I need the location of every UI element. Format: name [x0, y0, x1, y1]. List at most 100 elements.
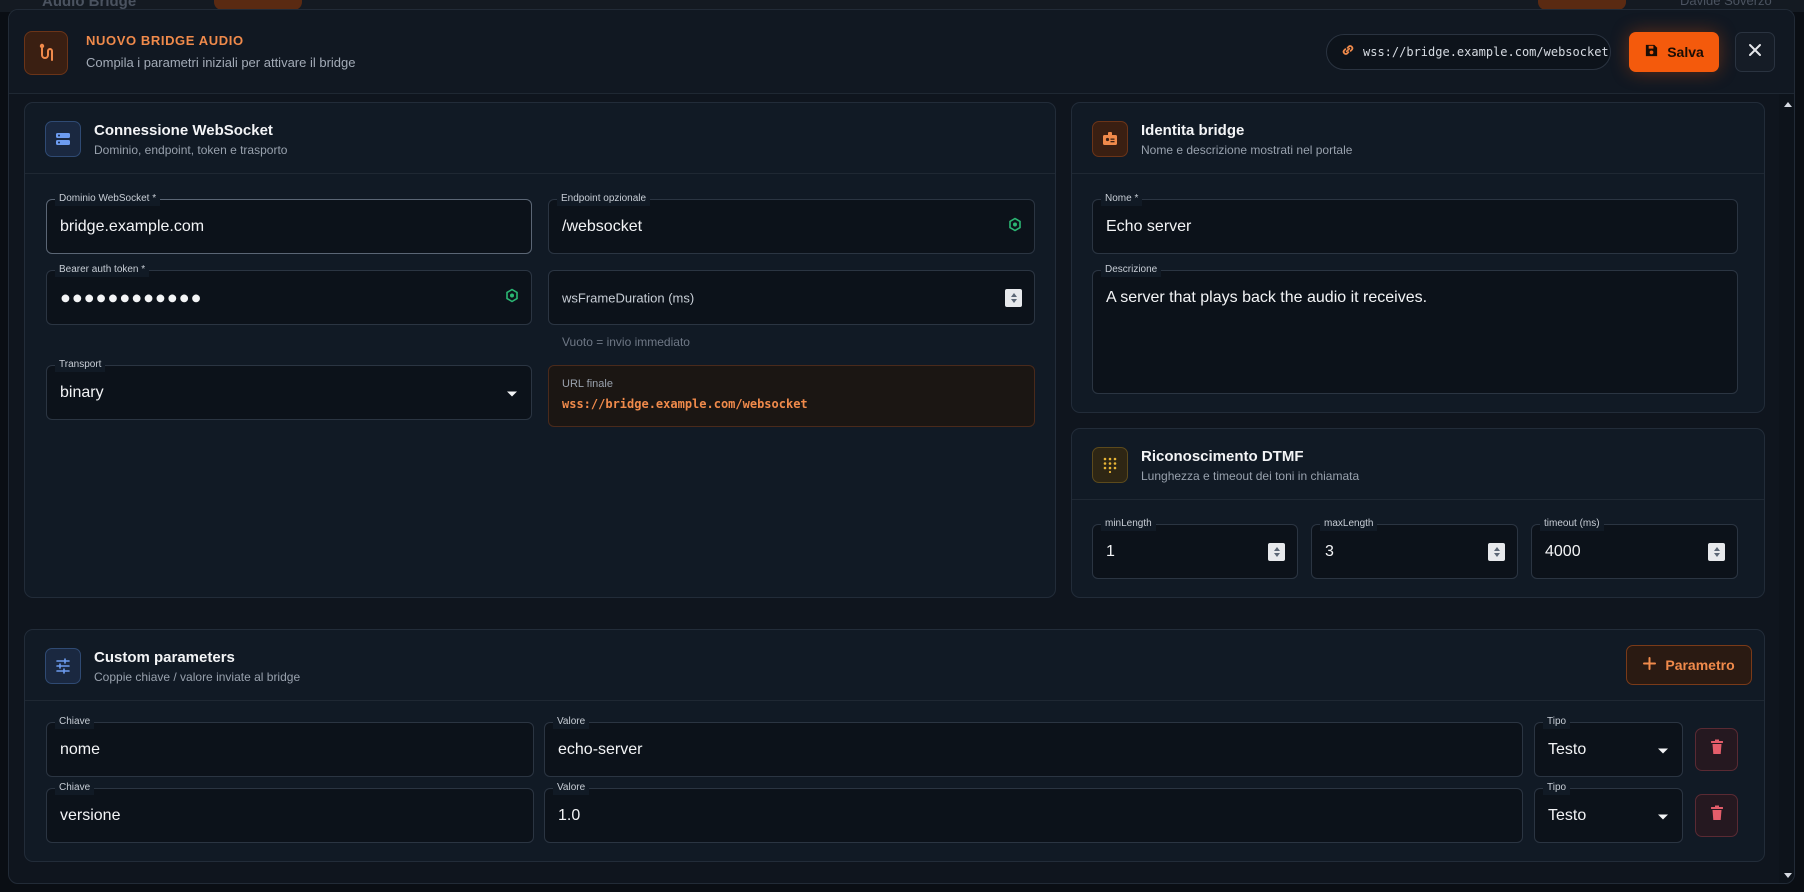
param-type-label: Tipo: [1543, 781, 1571, 795]
param-key-value: nome: [60, 740, 101, 758]
new-bridge-modal: NUOVO BRIDGE AUDIO Compila i parametri i…: [8, 9, 1795, 884]
param-value-value: 1.0: [558, 806, 581, 824]
add-parameter-label: Parametro: [1665, 657, 1735, 673]
transport-value: binary: [60, 383, 104, 401]
chevron-down-icon: [1658, 814, 1668, 819]
modal-header: NUOVO BRIDGE AUDIO Compila i parametri i…: [9, 10, 1794, 94]
bridge-name-field[interactable]: Nome * Echo server: [1092, 192, 1738, 254]
scroll-up-icon[interactable]: [1784, 102, 1792, 107]
number-stepper[interactable]: [1005, 288, 1022, 307]
endpoint-label: Endpoint opzionale: [557, 192, 651, 206]
domain-value: bridge.example.com: [60, 217, 205, 235]
sliders-icon: [45, 648, 81, 684]
domain-field[interactable]: Dominio WebSocket * bridge.example.com: [46, 192, 532, 254]
save-button[interactable]: Salva: [1629, 32, 1719, 72]
param-value-field[interactable]: Valore echo-server: [544, 715, 1523, 777]
websocket-card-header: Connessione WebSocket Dominio, endpoint,…: [25, 103, 1055, 174]
final-url-label: URL finale: [562, 378, 613, 390]
url-preview-text: wss://bridge.example.com/websocket: [1363, 45, 1609, 59]
custom-parameters-title: Custom parameters: [94, 649, 235, 666]
keypad-icon: [1092, 447, 1128, 483]
description-label: Descrizione: [1101, 263, 1162, 277]
identity-card-subtitle: Nome e descrizione mostrati nel portale: [1141, 143, 1353, 157]
custom-parameters-subtitle: Coppie chiave / valore inviate al bridge: [94, 670, 301, 684]
frame-duration-field[interactable]: wsFrameDuration (ms): [548, 270, 1035, 325]
bridge-name-value: Echo server: [1106, 217, 1192, 235]
param-type-value: Testo: [1548, 806, 1587, 824]
modal-scrollbar[interactable]: [1779, 94, 1794, 883]
server-icon: [45, 121, 81, 157]
dtmf-card-header: Riconoscimento DTMF Lunghezza e timeout …: [1072, 429, 1764, 500]
transport-select[interactable]: Transport binary: [46, 358, 532, 420]
close-icon: [1748, 43, 1762, 62]
websocket-card-title: Connessione WebSocket: [94, 122, 273, 139]
websocket-card-subtitle: Dominio, endpoint, token e trasporto: [94, 143, 288, 157]
param-value-field[interactable]: Valore 1.0: [544, 781, 1523, 843]
number-stepper[interactable]: [1268, 542, 1285, 561]
dtmf-card: Riconoscimento DTMF Lunghezza e timeout …: [1071, 428, 1765, 598]
custom-parameters-card: Custom parameters Coppie chiave / valore…: [24, 629, 1765, 862]
min-length-value: 1: [1106, 542, 1115, 560]
min-length-field[interactable]: minLength 1: [1092, 517, 1298, 579]
token-field[interactable]: Bearer auth token * ●●●●●●●●●●●●: [46, 263, 532, 325]
scroll-down-icon[interactable]: [1784, 873, 1792, 878]
param-key-value: versione: [60, 806, 121, 824]
url-preview-pill[interactable]: wss://bridge.example.com/websocket: [1326, 34, 1611, 70]
param-value-label: Valore: [553, 715, 590, 729]
domain-label: Dominio WebSocket *: [55, 192, 161, 206]
param-value-value: echo-server: [558, 740, 643, 758]
timeout-field[interactable]: timeout (ms) 4000: [1531, 517, 1738, 579]
description-textarea[interactable]: Descrizione A server that plays back the…: [1092, 263, 1738, 394]
param-type-select[interactable]: Tipo Testo: [1534, 715, 1683, 777]
param-type-value: Testo: [1548, 740, 1587, 758]
token-value: ●●●●●●●●●●●●: [60, 287, 203, 307]
dtmf-card-subtitle: Lunghezza e timeout dei toni in chiamata: [1141, 469, 1360, 483]
token-label: Bearer auth token *: [55, 263, 150, 277]
custom-parameters-header: Custom parameters Coppie chiave / valore…: [25, 630, 1764, 701]
trash-icon: [1710, 805, 1724, 826]
save-label: Salva: [1667, 44, 1704, 60]
dtmf-card-title: Riconoscimento DTMF: [1141, 448, 1304, 465]
close-button[interactable]: [1735, 32, 1775, 72]
chevron-down-icon: [1658, 748, 1668, 753]
link-icon: [1341, 43, 1355, 62]
identity-card-header: Identita bridge Nome e descrizione mostr…: [1072, 103, 1764, 174]
plus-icon: [1643, 657, 1657, 673]
modal-title: NUOVO BRIDGE AUDIO: [86, 33, 244, 48]
password-manager-icon[interactable]: [505, 288, 519, 307]
param-key-field[interactable]: Chiave versione: [46, 781, 534, 843]
param-type-select[interactable]: Tipo Testo: [1534, 781, 1683, 843]
min-length-label: minLength: [1101, 517, 1156, 531]
final-url-value: wss://bridge.example.com/websocket: [562, 397, 808, 411]
trash-icon: [1710, 739, 1724, 760]
max-length-label: maxLength: [1320, 517, 1378, 531]
final-url-box: URL finale wss://bridge.example.com/webs…: [548, 365, 1035, 427]
modal-subtitle: Compila i parametri iniziali per attivar…: [86, 55, 356, 70]
param-key-field[interactable]: Chiave nome: [46, 715, 534, 777]
identity-card-title: Identita bridge: [1141, 122, 1245, 139]
password-manager-icon[interactable]: [1008, 217, 1022, 236]
transport-label: Transport: [55, 358, 106, 372]
websocket-card: Connessione WebSocket Dominio, endpoint,…: [24, 102, 1056, 598]
audio-bridge-icon: [24, 31, 68, 75]
description-value: A server that plays back the audio it re…: [1106, 289, 1428, 306]
max-length-value: 3: [1325, 542, 1334, 560]
param-key-label: Chiave: [55, 715, 95, 729]
endpoint-field[interactable]: Endpoint opzionale /websocket: [548, 192, 1035, 254]
bridge-name-label: Nome *: [1101, 192, 1143, 206]
add-parameter-button[interactable]: Parametro: [1626, 645, 1752, 685]
background-user-name: Davide Soverzo: [1680, 0, 1772, 8]
number-stepper[interactable]: [1708, 542, 1725, 561]
id-badge-icon: [1092, 121, 1128, 157]
max-length-field[interactable]: maxLength 3: [1311, 517, 1518, 579]
timeout-value: 4000: [1545, 542, 1581, 560]
endpoint-value: /websocket: [562, 217, 643, 235]
frame-duration-hint: Vuoto = invio immediato: [562, 335, 690, 349]
param-value-label: Valore: [553, 781, 590, 795]
save-icon: [1644, 43, 1659, 61]
delete-parameter-button[interactable]: [1695, 728, 1738, 771]
param-key-label: Chiave: [55, 781, 95, 795]
timeout-label: timeout (ms): [1540, 517, 1604, 531]
delete-parameter-button[interactable]: [1695, 794, 1738, 837]
number-stepper[interactable]: [1488, 542, 1505, 561]
